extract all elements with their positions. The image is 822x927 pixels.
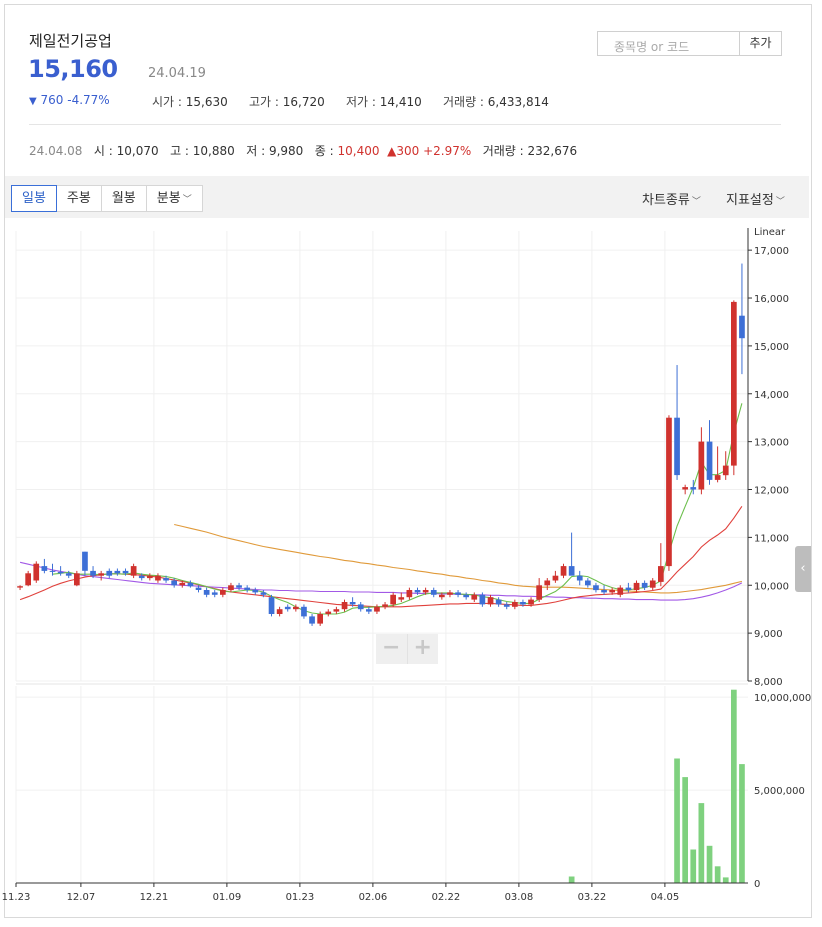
hover-open: 10,070: [116, 144, 159, 158]
volume-stat: 거래량 : 6,433,814: [443, 93, 549, 110]
plus-icon[interactable]: +: [408, 634, 439, 664]
hover-close-label: 종 :: [314, 144, 338, 158]
hover-high: 10,880: [192, 144, 235, 158]
hover-low: 9,980: [268, 144, 304, 158]
chevron-down-icon: ﹀: [775, 197, 785, 207]
chart-type-dropdown[interactable]: 차트종류 ﹀: [642, 189, 701, 208]
tab-monthly[interactable]: 월봉: [100, 185, 147, 212]
period-tabs: 일봉 주봉 월봉 분봉 ﹀: [11, 185, 203, 212]
hover-high-label: 고 :: [170, 144, 193, 158]
hover-info-row: 24.04.08 시 : 10,070 고 : 10,880 저 : 9,980…: [29, 142, 577, 159]
divider: [29, 124, 781, 125]
low-stat: 저가 : 14,410: [346, 93, 422, 110]
volume-value: 6,433,814: [487, 95, 549, 109]
hover-date: 24.04.08: [29, 144, 83, 158]
hover-volume: 232,676: [527, 144, 578, 158]
high-label: 고가 :: [249, 95, 283, 109]
low-value: 14,410: [379, 95, 422, 109]
current-price: 15,160: [28, 55, 118, 83]
volume-label: 거래량 :: [443, 95, 488, 109]
hover-open-label: 시 :: [93, 144, 117, 158]
chevron-down-icon: ﹀: [182, 195, 192, 205]
chart-type-label: 차트종류: [642, 193, 690, 208]
indicator-label: 지표설정: [726, 193, 774, 208]
tab-daily[interactable]: 일봉: [11, 185, 57, 212]
hover-close: 10,400: [337, 144, 380, 158]
add-button[interactable]: 추가: [739, 31, 782, 56]
tab-minute-label: 분봉: [156, 191, 181, 206]
chart-toolbar: 일봉 주봉 월봉 분봉 ﹀ 차트종류 ﹀ 지표설정 ﹀: [5, 176, 809, 218]
open-label: 시가 :: [152, 95, 186, 109]
chevron-down-icon: ﹀: [691, 197, 701, 207]
quote-date: 24.04.19: [148, 66, 206, 81]
zoom-controls: − +: [376, 634, 438, 664]
stock-search-input[interactable]: 종목명 or 코드: [597, 31, 739, 56]
open-value: 15,630: [185, 95, 228, 109]
tab-weekly[interactable]: 주봉: [55, 185, 102, 212]
chevron-left-icon[interactable]: ‹: [795, 546, 811, 592]
open-stat: 시가 : 15,630: [152, 93, 228, 110]
low-label: 저가 :: [346, 95, 380, 109]
hover-change: 300 +2.97%: [396, 144, 472, 158]
price-change-value: 760 -4.77%: [40, 93, 110, 107]
hover-low-label: 저 :: [246, 144, 269, 158]
down-triangle-icon: ▼: [29, 96, 37, 107]
indicator-settings-dropdown[interactable]: 지표설정 ﹀: [726, 189, 785, 208]
stock-name: 제일전기공업: [29, 32, 112, 50]
high-value: 16,720: [282, 95, 325, 109]
tab-minute[interactable]: 분봉 ﹀: [145, 185, 203, 212]
up-triangle-icon: ▲: [387, 144, 397, 158]
price-change: ▼ 760 -4.77%: [29, 93, 110, 107]
hover-volume-label: 거래량 :: [482, 144, 528, 158]
minus-icon[interactable]: −: [376, 634, 408, 664]
high-stat: 고가 : 16,720: [249, 93, 325, 110]
